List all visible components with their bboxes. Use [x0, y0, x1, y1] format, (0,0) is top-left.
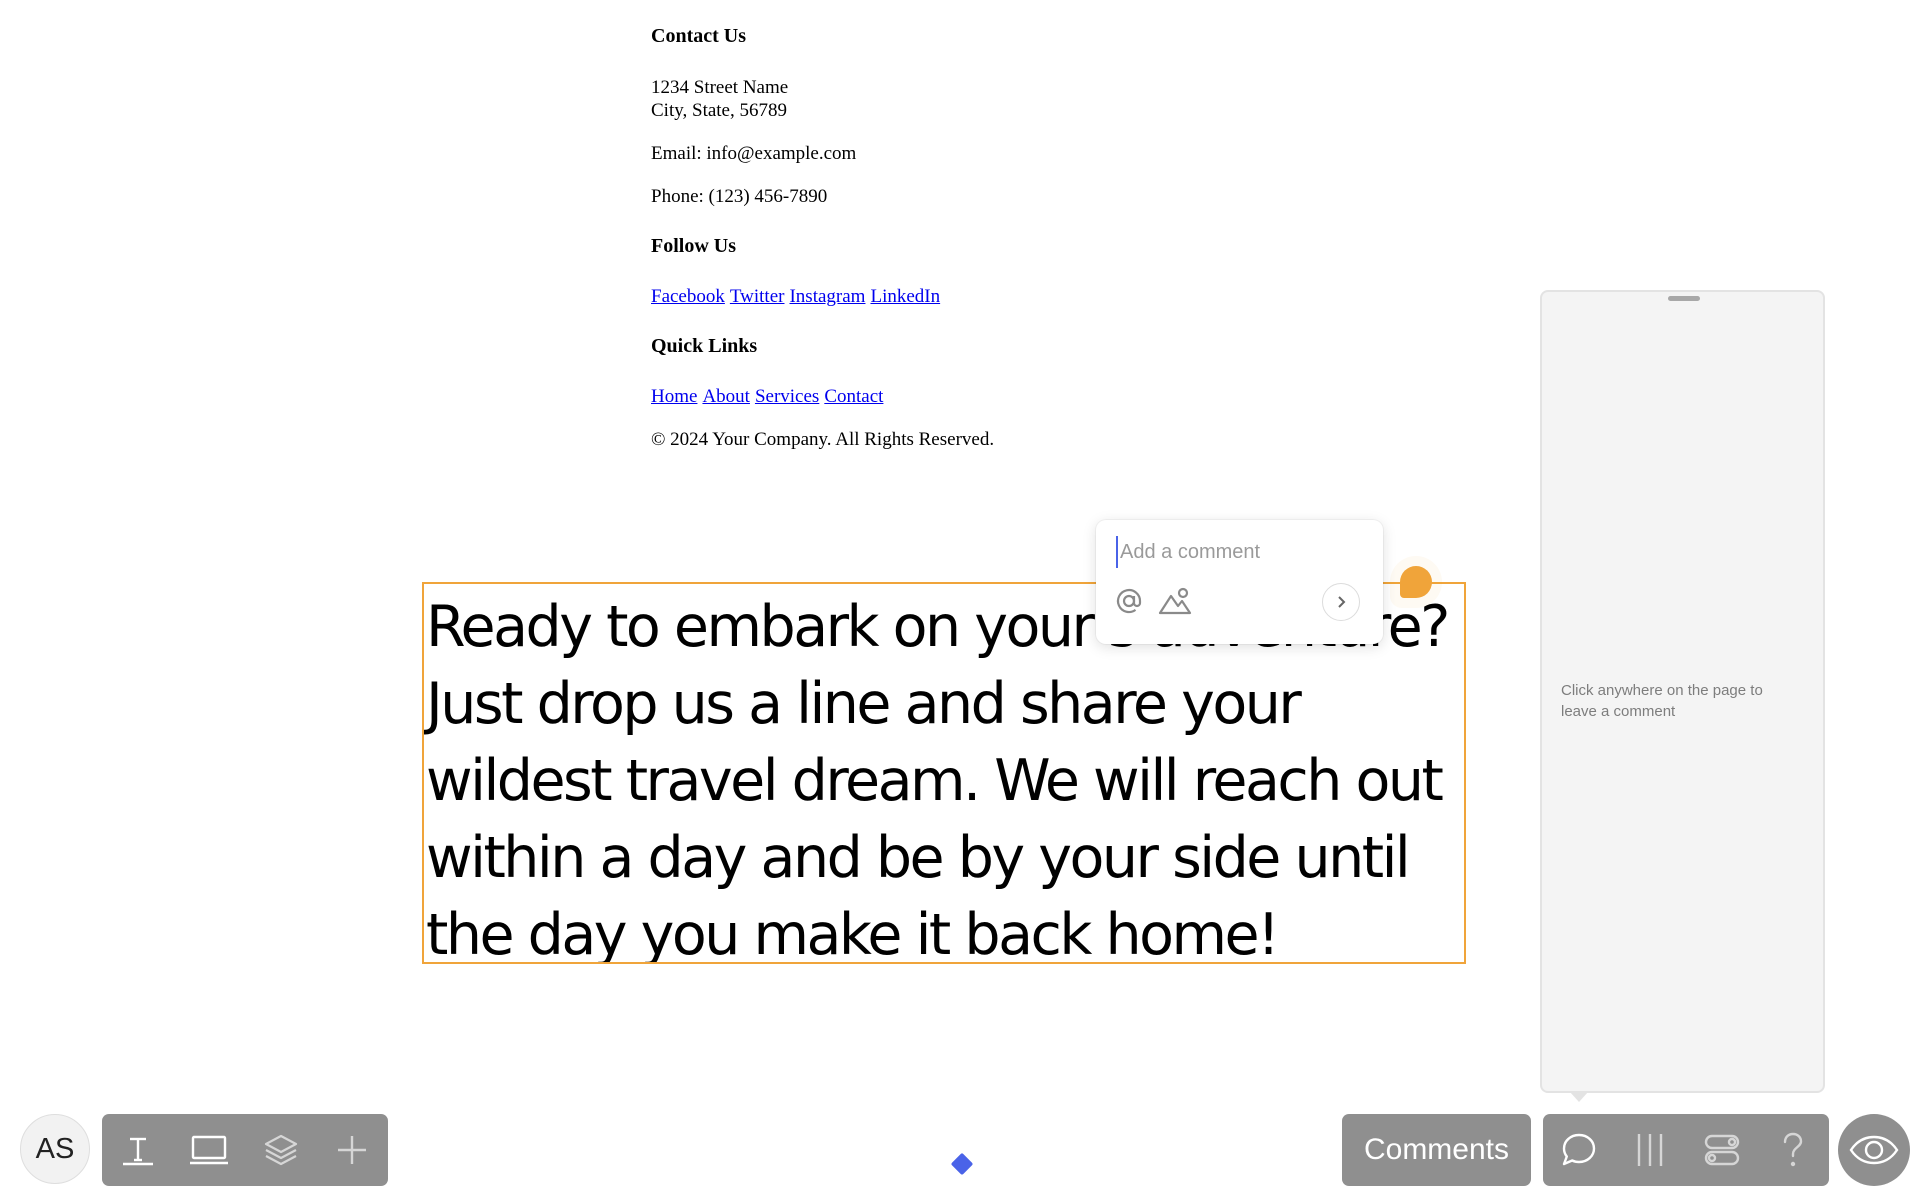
- link-instagram[interactable]: Instagram: [789, 286, 865, 307]
- address-line-2: City, State, 56789: [651, 100, 787, 121]
- comment-popup: [1096, 520, 1383, 644]
- link-facebook[interactable]: Facebook: [651, 286, 725, 307]
- frame-tool-icon: [190, 1135, 229, 1165]
- position-marker: [950, 1152, 974, 1176]
- panel-drag-handle[interactable]: [1668, 296, 1700, 301]
- text-tool-icon: [122, 1137, 153, 1166]
- right-toolbar: [1543, 1114, 1829, 1186]
- panel-pointer: [1570, 1092, 1588, 1102]
- link-twitter[interactable]: Twitter: [730, 286, 785, 307]
- link-contact[interactable]: Contact: [824, 386, 883, 407]
- contact-heading: Contact Us: [651, 25, 746, 47]
- address-line-1: 1234 Street Name: [651, 77, 789, 98]
- link-linkedin[interactable]: LinkedIn: [870, 286, 940, 307]
- image-upload-icon[interactable]: [1158, 586, 1192, 621]
- comment-pin[interactable]: [1400, 566, 1432, 598]
- layers-button[interactable]: [245, 1114, 317, 1186]
- left-toolbar: [102, 1114, 388, 1186]
- send-comment-button[interactable]: [1322, 583, 1360, 621]
- social-links: Facebook Twitter Instagram LinkedIn: [651, 285, 945, 308]
- quick-links-heading: Quick Links: [651, 335, 758, 357]
- link-home[interactable]: Home: [651, 386, 697, 407]
- comments-mode-button[interactable]: Comments: [1342, 1114, 1531, 1186]
- comment-input[interactable]: [1116, 536, 1362, 568]
- link-services[interactable]: Services: [755, 386, 819, 407]
- follow-heading: Follow Us: [651, 235, 736, 257]
- comment-tool-button[interactable]: [1543, 1114, 1615, 1186]
- toggle-settings-icon: [1704, 1134, 1739, 1166]
- add-button[interactable]: [317, 1114, 389, 1186]
- comments-panel: Click anywhere on the page to leave a co…: [1540, 290, 1825, 1102]
- user-avatar[interactable]: AS: [20, 1114, 90, 1184]
- help-button[interactable]: [1758, 1114, 1830, 1186]
- mention-icon[interactable]: [1114, 586, 1144, 621]
- link-about[interactable]: About: [702, 386, 750, 407]
- contact-email: Email: info@example.com: [651, 143, 857, 164]
- settings-toggle-button[interactable]: [1686, 1114, 1758, 1186]
- chevron-right-icon: [1338, 596, 1346, 608]
- eye-icon: [1849, 1135, 1899, 1165]
- comment-bubble-icon: [1562, 1133, 1595, 1166]
- add-icon: [338, 1136, 367, 1164]
- text-tool-button[interactable]: [102, 1114, 174, 1186]
- preview-button[interactable]: [1838, 1114, 1910, 1186]
- frame-tool-button[interactable]: [174, 1114, 246, 1186]
- quick-links: Home About Services Contact: [651, 385, 888, 408]
- contact-phone: Phone: (123) 456-7890: [651, 186, 828, 207]
- hero-text: Ready to embark on your s adventure? Jus…: [426, 594, 1450, 964]
- columns-button[interactable]: [1615, 1114, 1687, 1186]
- copyright: © 2024 Your Company. All Rights Reserved…: [651, 429, 995, 450]
- layers-icon: [264, 1134, 297, 1166]
- panel-empty-hint: Click anywhere on the page to leave a co…: [1561, 682, 1763, 720]
- help-icon: [1784, 1132, 1803, 1167]
- columns-icon: [1638, 1134, 1663, 1166]
